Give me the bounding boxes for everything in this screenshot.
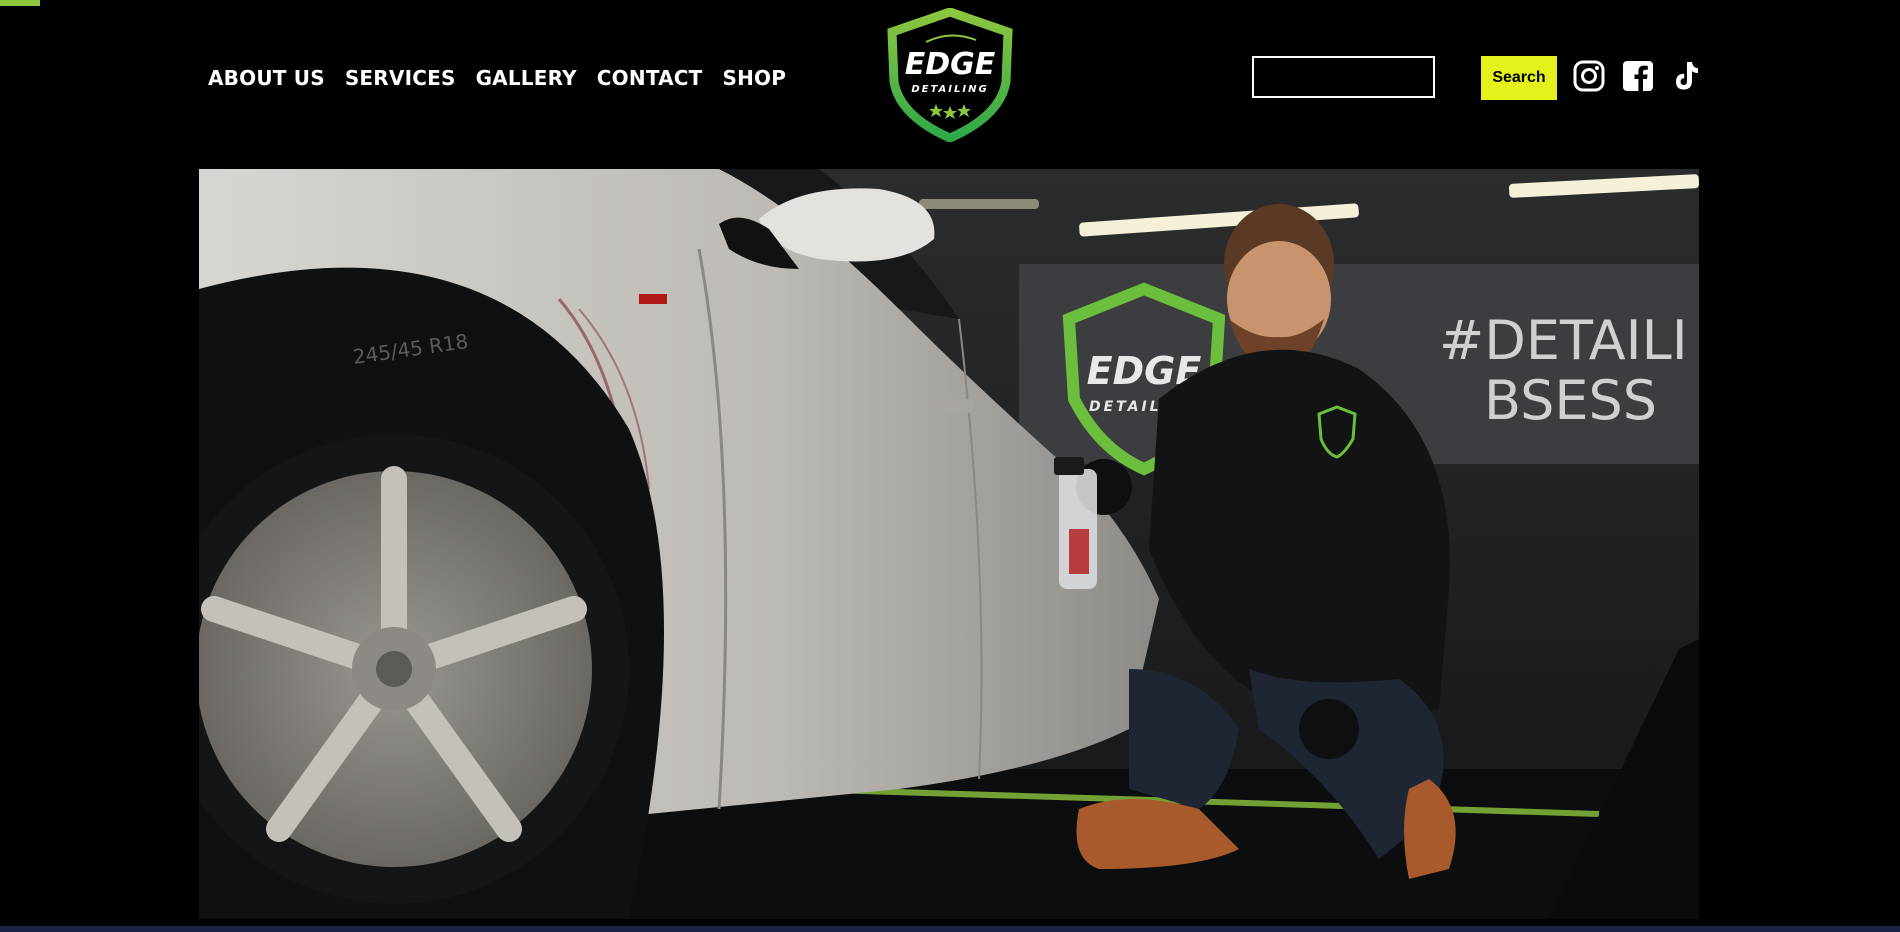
- edge-detailing-logo-icon: EDGE DETAILING: [887, 7, 1013, 143]
- main-nav: ABOUT US SERVICES GALLERY CONTACT SHOP: [208, 66, 786, 90]
- nav-item-about-us[interactable]: ABOUT US: [208, 66, 325, 90]
- hero-image: EDGE DETAILING #DETAILI BSESS 245/45 R18: [199, 169, 1699, 919]
- svg-text:BSESS: BSESS: [1484, 369, 1657, 432]
- top-accent-bar: [0, 0, 40, 6]
- nav-item-gallery[interactable]: GALLERY: [476, 66, 577, 90]
- search-button[interactable]: Search: [1481, 56, 1557, 100]
- tiktok-link[interactable]: [1670, 60, 1702, 92]
- bottom-edge-bar: [0, 926, 1900, 932]
- facebook-icon: [1623, 61, 1653, 91]
- nav-item-contact[interactable]: CONTACT: [597, 66, 703, 90]
- tiktok-icon: [1676, 62, 1698, 90]
- nav-item-shop[interactable]: SHOP: [723, 66, 787, 90]
- nav-item-services[interactable]: SERVICES: [345, 66, 456, 90]
- hero-photo-illustration: EDGE DETAILING #DETAILI BSESS 245/45 R18: [199, 169, 1699, 919]
- search-input[interactable]: [1252, 56, 1435, 98]
- svg-text:EDGE: EDGE: [905, 47, 996, 82]
- instagram-link[interactable]: [1573, 60, 1605, 92]
- svg-text:#DETAILI: #DETAILI: [1439, 309, 1688, 372]
- site-logo[interactable]: EDGE DETAILING: [880, 7, 1020, 143]
- svg-text:DETAILING: DETAILING: [911, 84, 988, 95]
- instagram-icon: [1573, 60, 1605, 92]
- facebook-link[interactable]: [1622, 60, 1654, 92]
